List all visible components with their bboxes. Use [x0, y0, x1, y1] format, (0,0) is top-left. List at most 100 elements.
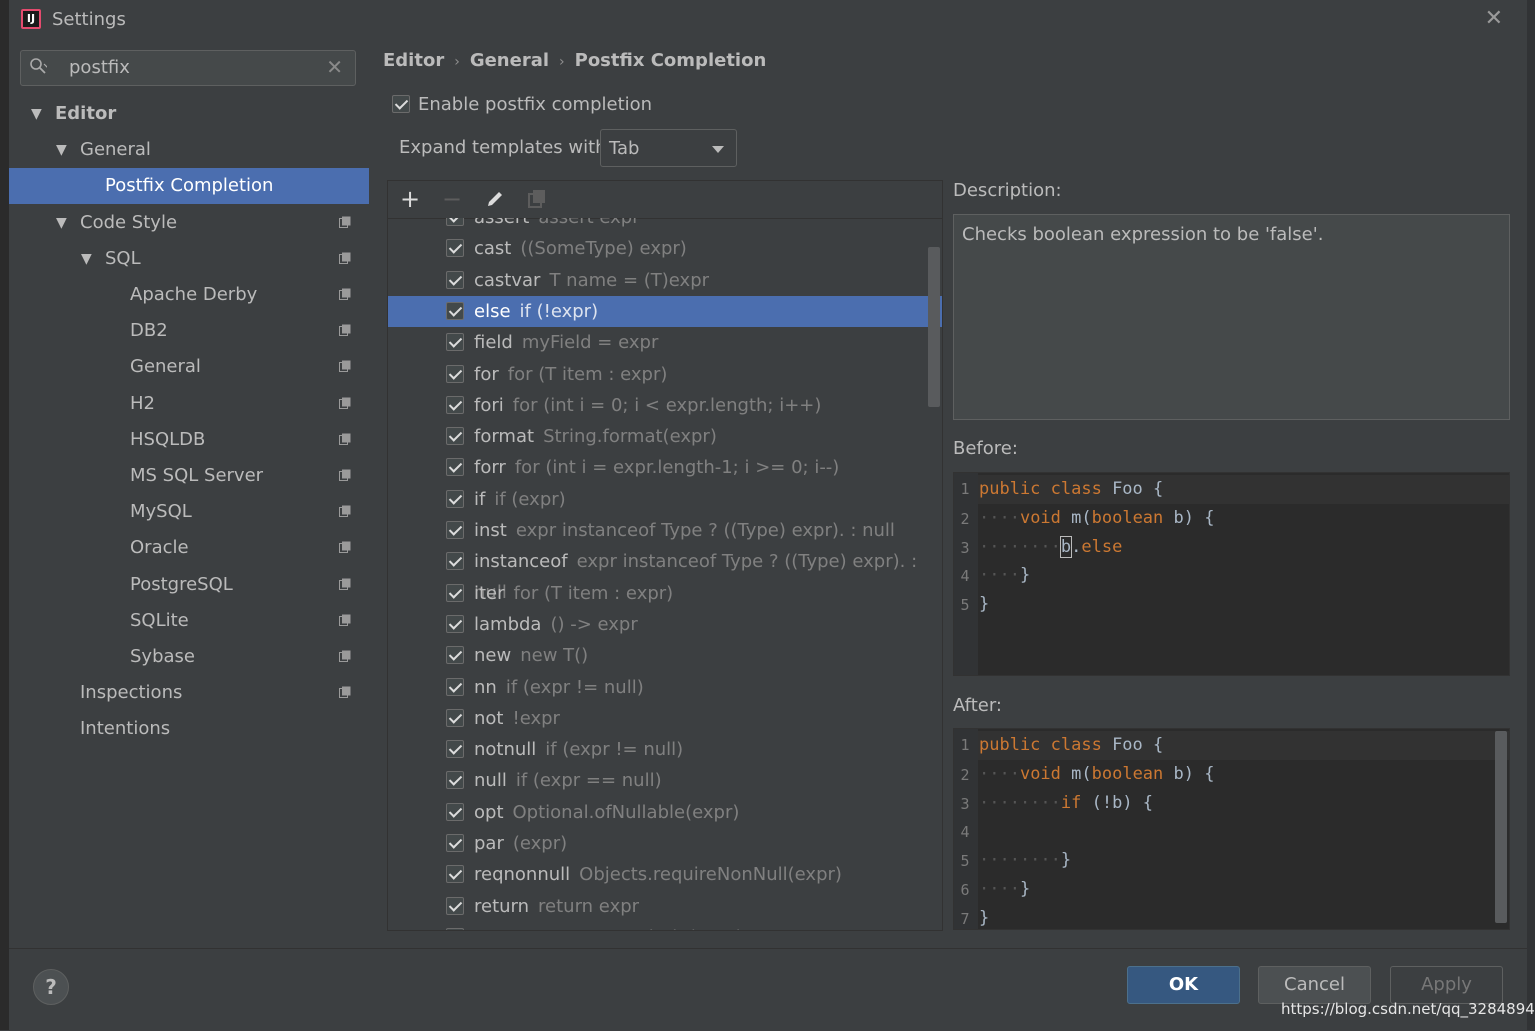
apply-button[interactable]: Apply	[1390, 966, 1503, 1004]
template-example: System.out.println(expr)	[522, 927, 743, 930]
template-checkbox[interactable]	[446, 583, 464, 602]
template-checkbox[interactable]	[446, 458, 464, 477]
tree-item[interactable]: Inspections	[9, 675, 369, 711]
template-row[interactable]: reqnonnull Objects.requireNonNull(expr)	[388, 859, 942, 890]
tree-item[interactable]: ▼ General	[9, 132, 369, 168]
template-row[interactable]: else if (!expr)	[388, 295, 942, 327]
template-row[interactable]: assert assert expr	[388, 218, 942, 233]
template-checkbox[interactable]	[446, 646, 464, 665]
template-row[interactable]: field myField = expr	[388, 327, 942, 358]
tree-item[interactable]: SQLite	[9, 603, 369, 639]
template-row[interactable]: for for (T item : expr)	[388, 359, 942, 390]
template-checkbox[interactable]	[446, 834, 464, 852]
tree-item[interactable]: Apache Derby	[9, 277, 369, 313]
template-checkbox[interactable]	[446, 218, 464, 226]
template-row[interactable]: lambda () -> expr	[388, 609, 942, 640]
template-key: instanceof	[474, 551, 568, 573]
tree-item[interactable]: PostgreSQL	[9, 567, 369, 603]
template-row[interactable]: forr for (int i = expr.length-1; i >= 0; …	[388, 452, 942, 483]
edit-icon[interactable]	[484, 188, 506, 210]
template-checkbox[interactable]	[446, 927, 464, 930]
enable-postfix-checkbox[interactable]: Enable postfix completion	[392, 93, 652, 115]
tree-item[interactable]: MySQL	[9, 494, 369, 530]
ok-button[interactable]: OK	[1127, 966, 1240, 1004]
tree-item[interactable]: MS SQL Server	[9, 458, 369, 494]
tree-item[interactable]: ▼ Editor	[9, 96, 369, 132]
template-row[interactable]: notnull if (expr != null)	[388, 734, 942, 765]
template-row[interactable]: sout System.out.println(expr)	[388, 922, 942, 930]
after-preview-scrollbar[interactable]	[1495, 731, 1507, 923]
template-example: myField = expr	[521, 332, 659, 354]
template-checkbox[interactable]	[446, 364, 464, 383]
template-checkbox[interactable]	[446, 865, 464, 884]
code-line: ····}	[979, 565, 1031, 585]
template-row[interactable]: castvar T name = (T)expr	[388, 265, 942, 296]
template-checkbox[interactable]	[446, 395, 464, 414]
search-input[interactable]: postfix ✕	[20, 50, 356, 86]
tree-item[interactable]: Sybase	[9, 639, 369, 675]
add-icon[interactable]: +	[399, 187, 421, 211]
template-checkbox[interactable]	[446, 333, 464, 352]
template-checkbox[interactable]	[446, 677, 464, 696]
template-checkbox[interactable]	[446, 708, 464, 727]
templates-scrollbar[interactable]	[928, 247, 940, 407]
tree-item[interactable]: HSQLDB	[9, 422, 369, 458]
cancel-button[interactable]: Cancel	[1258, 966, 1371, 1004]
line-number: 5	[960, 596, 970, 614]
close-icon[interactable]: ✕	[1485, 6, 1503, 31]
search-icon	[30, 58, 47, 74]
template-row[interactable]: cast ((SomeType) expr)	[388, 233, 942, 264]
template-row[interactable]: iter for (T item : expr)	[388, 578, 942, 609]
tree-item[interactable]: DB2	[9, 313, 369, 349]
template-row[interactable]: null if (expr == null)	[388, 765, 942, 796]
template-row[interactable]: nn if (expr != null)	[388, 672, 942, 703]
template-row[interactable]: not !expr	[388, 703, 942, 734]
project-scope-icon	[339, 541, 351, 554]
help-button[interactable]: ?	[33, 969, 69, 1005]
remove-icon[interactable]: −	[441, 187, 463, 211]
template-key: opt	[474, 801, 504, 823]
breadcrumb: Editor › General › Postfix Completion	[383, 50, 766, 71]
template-checkbox[interactable]	[446, 239, 464, 258]
template-row[interactable]: return return expr	[388, 891, 942, 922]
expand-arrow-icon[interactable]: ▼	[31, 96, 42, 132]
expand-key-select[interactable]: Tab	[600, 129, 737, 167]
expand-arrow-icon[interactable]: ▼	[56, 132, 67, 168]
template-row[interactable]: par (expr)	[388, 828, 942, 859]
template-row[interactable]: new new T()	[388, 640, 942, 671]
tree-item[interactable]: ▼ SQL	[9, 241, 369, 277]
tree-item-label: Oracle	[130, 537, 189, 559]
tree-item[interactable]: Intentions	[9, 711, 369, 747]
templates-list[interactable]: assertassert exprcast((SomeType) expr)ca…	[388, 218, 942, 930]
template-row[interactable]: if if (expr)	[388, 484, 942, 515]
template-checkbox[interactable]	[446, 521, 464, 539]
template-checkbox[interactable]	[446, 552, 464, 571]
template-checkbox[interactable]	[446, 740, 464, 759]
tree-item[interactable]: General	[9, 349, 369, 385]
chevron-down-icon	[712, 146, 724, 153]
template-row[interactable]: inst expr instanceof Type ? ((Type) expr)…	[388, 515, 942, 546]
template-checkbox[interactable]	[446, 614, 464, 633]
copy-icon[interactable]	[526, 188, 548, 210]
clear-search-icon[interactable]: ✕	[326, 55, 343, 79]
tree-item[interactable]: ▼ Code Style	[9, 205, 369, 241]
template-checkbox[interactable]	[446, 802, 464, 821]
template-row[interactable]: opt Optional.ofNullable(expr)	[388, 797, 942, 828]
template-checkbox[interactable]	[446, 301, 464, 320]
tree-item[interactable]: Oracle	[9, 530, 369, 566]
line-number: 5	[960, 852, 970, 870]
template-row[interactable]: instanceof expr instanceof Type ? ((Type)…	[388, 546, 942, 603]
tree-item[interactable]: H2	[9, 386, 369, 422]
project-scope-icon	[339, 216, 351, 228]
template-row[interactable]: format String.format(expr)	[388, 421, 942, 452]
template-checkbox[interactable]	[446, 771, 464, 790]
template-checkbox[interactable]	[446, 427, 464, 446]
tree-item[interactable]: Postfix Completion	[9, 168, 369, 205]
template-checkbox[interactable]	[446, 270, 464, 289]
template-checkbox[interactable]	[446, 896, 464, 915]
template-example: T name = (T)expr	[549, 269, 710, 291]
template-row[interactable]: fori for (int i = 0; i < expr.length; i++…	[388, 390, 942, 421]
expand-arrow-icon[interactable]: ▼	[81, 241, 92, 277]
expand-arrow-icon[interactable]: ▼	[56, 205, 67, 241]
template-checkbox[interactable]	[446, 489, 464, 508]
